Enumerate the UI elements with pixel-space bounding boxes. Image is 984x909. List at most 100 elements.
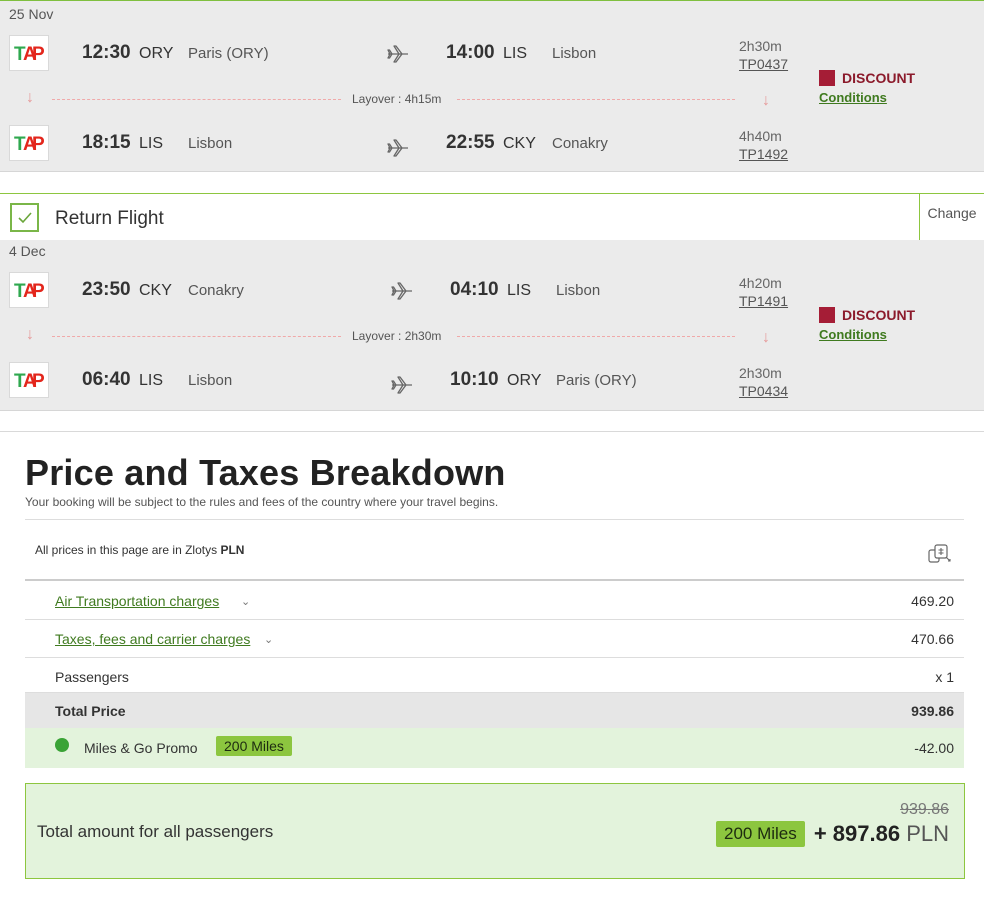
- conditions-link[interactable]: Conditions: [819, 90, 887, 105]
- departure-time: 06:40: [82, 369, 131, 390]
- miles-promo-label: Miles & Go Promo: [84, 740, 198, 756]
- air-transportation-link[interactable]: Air Transportation charges: [55, 593, 219, 609]
- return-flight-block: 4 Dec TAP 23:50 CKY Conakry 04:10 LIS Li…: [0, 240, 984, 411]
- taxes-fees-link[interactable]: Taxes, fees and carrier charges: [55, 631, 250, 647]
- arrival-code: CKY: [503, 135, 536, 152]
- departure-city: Lisbon: [188, 372, 233, 389]
- flight-number-link[interactable]: TP0437: [739, 56, 819, 72]
- arrival-city: Lisbon: [552, 45, 597, 62]
- outbound-segment-2: TAP 18:15 LIS Lisbon 22:55 CKY Conakry 4…: [0, 125, 800, 165]
- fare-discount-badge: DISCOUNT: [819, 307, 915, 323]
- grand-total-miles-badge: 200 Miles: [716, 821, 805, 847]
- chevron-down-icon[interactable]: ⌄: [241, 595, 250, 608]
- layover-row: ↓ Layover : 4h15m ↓: [0, 89, 800, 111]
- fare-discount-badge: DISCOUNT: [819, 70, 915, 86]
- return-flight-title: Return Flight: [55, 208, 164, 229]
- flight-duration: 4h20m: [739, 275, 782, 291]
- currency-info-text: All prices in this page are in Zlotys PL…: [35, 543, 245, 557]
- passengers-row: Passengers x 1: [25, 658, 964, 693]
- arrival-time: 22:55: [446, 132, 495, 153]
- arrival-time: 14:00: [446, 42, 495, 63]
- return-segment-2: TAP 06:40 LIS Lisbon 10:10 ORY Paris (OR…: [0, 362, 800, 402]
- flight-number-link[interactable]: TP1491: [739, 293, 819, 309]
- down-arrow-icon: ↓: [26, 326, 34, 343]
- plane-icon: [387, 139, 408, 157]
- svg-text:P: P: [32, 371, 45, 391]
- layover-row: ↓ Layover : 2h30m ↓: [0, 326, 800, 348]
- arrival-code: ORY: [507, 372, 542, 389]
- plane-icon: [387, 45, 408, 63]
- flight-number-link[interactable]: TP0434: [739, 383, 819, 399]
- return-segment-1: TAP 23:50 CKY Conakry 04:10 LIS Lisbon 4…: [0, 272, 800, 312]
- flight-number-link[interactable]: TP1492: [739, 146, 819, 162]
- air-transportation-row: Air Transportation charges ⌄ 469.20: [25, 582, 964, 620]
- departure-city: Lisbon: [188, 135, 233, 152]
- tap-logo-icon: TAP: [9, 35, 49, 71]
- departure-city: Conakry: [188, 282, 244, 299]
- chevron-down-icon[interactable]: ⌄: [264, 633, 273, 646]
- tap-logo-icon: TAP: [9, 272, 49, 308]
- departure-code: LIS: [139, 372, 164, 389]
- grand-total-amount: + 897.86 PLN: [814, 821, 949, 847]
- change-button-label: Change: [927, 205, 977, 221]
- total-price-row: Total Price 939.86: [25, 693, 964, 728]
- currency-info-row: All prices in this page are in Zlotys PL…: [25, 519, 964, 581]
- discount-square-icon: [819, 70, 835, 86]
- arrival-city: Lisbon: [556, 282, 601, 299]
- plane-icon: [391, 376, 412, 394]
- layover-text: Layover : 2h30m: [352, 329, 442, 343]
- arrival-time: 04:10: [450, 279, 499, 300]
- svg-text:P: P: [32, 134, 45, 154]
- outbound-date: 25 Nov: [9, 6, 54, 22]
- tap-logo-icon: TAP: [9, 125, 49, 161]
- flight-duration: 4h40m: [739, 128, 782, 144]
- miles-promo-value: -42.00: [914, 740, 954, 756]
- departure-time: 23:50: [82, 279, 131, 300]
- down-arrow-icon: ↓: [26, 89, 34, 106]
- arrival-code: LIS: [503, 45, 528, 62]
- layover-divider: [52, 336, 341, 337]
- passengers-value: x 1: [935, 669, 954, 685]
- section-divider: [0, 431, 984, 432]
- total-price-value: 939.86: [911, 703, 954, 719]
- arrival-code: LIS: [507, 282, 532, 299]
- checkmark-icon: [10, 203, 39, 232]
- departure-code: ORY: [139, 45, 174, 62]
- miles-promo-icon: [55, 738, 69, 752]
- taxes-fees-row: Taxes, fees and carrier charges ⌄ 470.66: [25, 620, 964, 658]
- outbound-flight-block: 25 Nov TAP 12:30 ORY Paris (ORY) 14:00 L…: [0, 0, 984, 172]
- departure-time: 12:30: [82, 42, 131, 63]
- arrival-time: 10:10: [450, 369, 499, 390]
- conditions-link[interactable]: Conditions: [819, 327, 887, 342]
- air-transportation-value: 469.20: [911, 593, 954, 609]
- grand-total-number: + 897.86: [813, 821, 901, 846]
- miles-badge: 200 Miles: [216, 736, 292, 756]
- price-breakdown-title: Price and Taxes Breakdown: [25, 452, 506, 493]
- down-arrow-icon: ↓: [762, 329, 770, 346]
- total-price-label: Total Price: [55, 703, 126, 719]
- departure-time: 18:15: [82, 132, 131, 153]
- plane-icon: [391, 282, 412, 300]
- change-button[interactable]: Change: [919, 194, 984, 240]
- return-flight-header: Return Flight Change: [0, 193, 984, 241]
- arrival-city: Paris (ORY): [556, 372, 637, 389]
- currency-code: PLN: [220, 543, 245, 557]
- layover-text: Layover : 4h15m: [352, 92, 442, 106]
- svg-text:P: P: [32, 281, 45, 301]
- flight-duration: 2h30m: [739, 365, 782, 381]
- down-arrow-icon: ↓: [762, 92, 770, 109]
- departure-code: CKY: [139, 282, 172, 299]
- price-breakdown-subtitle: Your booking will be subject to the rule…: [25, 495, 499, 509]
- old-price: 939.86: [900, 801, 949, 818]
- flight-duration: 2h30m: [739, 38, 782, 54]
- grand-total-currency: PLN: [906, 821, 949, 846]
- svg-text:P: P: [32, 44, 45, 64]
- tap-logo-icon: TAP: [9, 362, 49, 398]
- passengers-label: Passengers: [55, 669, 129, 685]
- grand-total-box: Total amount for all passengers 939.86 2…: [25, 783, 965, 879]
- currency-exchange-icon[interactable]: [926, 542, 952, 564]
- departure-code: LIS: [139, 135, 164, 152]
- fare-type-label: DISCOUNT: [842, 70, 916, 86]
- discount-square-icon: [819, 307, 835, 323]
- layover-divider: [457, 336, 735, 337]
